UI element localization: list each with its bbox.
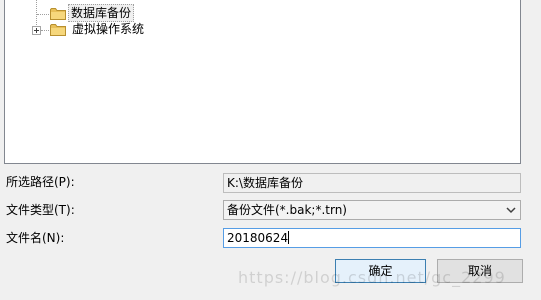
path-field: K:\数据库备份: [223, 173, 521, 193]
tree-connector-line: [41, 30, 49, 31]
chevron-down-icon[interactable]: [503, 202, 519, 218]
path-value: K:\数据库备份: [227, 176, 303, 190]
text-caret: [288, 231, 290, 244]
tree-node-label[interactable]: 数据库备份: [68, 4, 135, 22]
filename-label: 文件名(N):: [6, 231, 65, 245]
tree-connector-line: [37, 14, 49, 15]
watermark: https://blog.csdn.net/gc_2299: [238, 268, 506, 287]
folder-icon: [50, 24, 66, 36]
filetype-value: 备份文件(*.bak;*.trn): [227, 203, 347, 217]
folder-icon: [50, 8, 66, 20]
filetype-select[interactable]: 备份文件(*.bak;*.trn): [223, 200, 521, 220]
path-label: 所选路径(P):: [6, 175, 75, 189]
filetype-label: 文件类型(T):: [6, 203, 75, 217]
expand-plus-icon[interactable]: [32, 26, 41, 35]
filename-value: 20180624: [227, 231, 289, 245]
folder-tree[interactable]: 数据库备份 虚拟操作系统: [4, 0, 521, 164]
tree-node-label[interactable]: 虚拟操作系统: [70, 21, 146, 37]
filename-input[interactable]: 20180624: [223, 228, 521, 248]
